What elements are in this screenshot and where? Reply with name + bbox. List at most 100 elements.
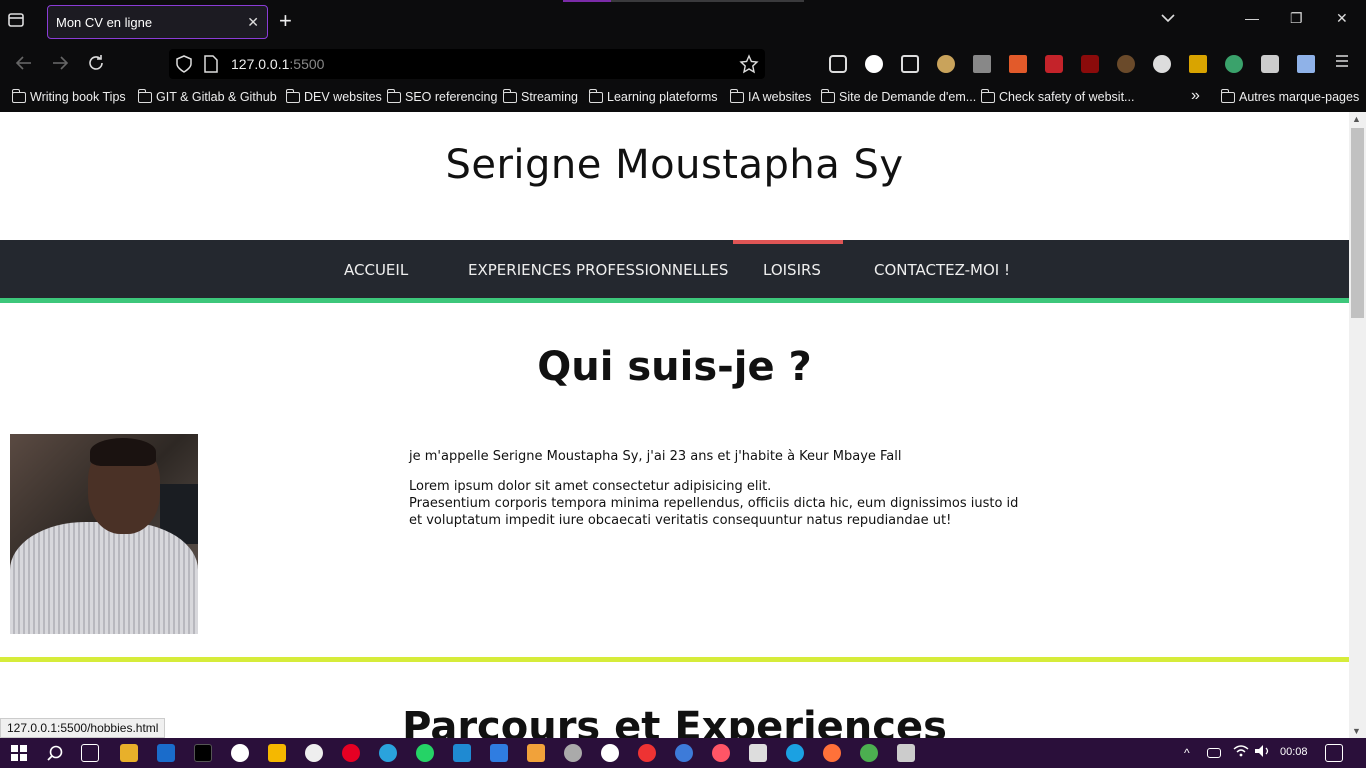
url-text[interactable]: 127.0.0.1:5500 xyxy=(231,56,324,72)
edge-icon[interactable] xyxy=(786,744,804,762)
tab-list-icon[interactable] xyxy=(6,10,34,34)
forward-arrow-icon[interactable] xyxy=(51,54,69,77)
site-title: Serigne Moustapha Sy xyxy=(445,142,904,188)
photo-shirt xyxy=(10,522,198,634)
reload-icon[interactable] xyxy=(87,54,105,77)
app-circle-icon[interactable] xyxy=(564,744,582,762)
tab-list-chevron-icon[interactable] xyxy=(1160,10,1176,29)
bookmark-folder[interactable]: SEO referencing xyxy=(386,88,497,104)
bookmark-star-icon[interactable] xyxy=(739,54,759,79)
extension-doc-icon[interactable] xyxy=(1297,55,1315,73)
task-view-icon[interactable] xyxy=(81,744,99,762)
shield-icon[interactable] xyxy=(175,55,193,78)
folder-icon xyxy=(980,88,995,103)
extension-r-icon[interactable] xyxy=(1189,55,1207,73)
url-port: :5500 xyxy=(289,56,325,72)
git-tool-icon[interactable] xyxy=(527,744,545,762)
camera-app-icon[interactable] xyxy=(231,744,249,762)
bookmark-label: Writing book Tips xyxy=(30,90,126,104)
app-icon[interactable] xyxy=(305,744,323,762)
extensions-icon[interactable] xyxy=(901,55,919,73)
url-bar[interactable]: 127.0.0.1:5500 xyxy=(169,49,765,79)
todo-icon[interactable] xyxy=(490,744,508,762)
tab-accent xyxy=(563,0,611,2)
app-pink-icon[interactable] xyxy=(712,744,730,762)
folder-icon xyxy=(386,88,401,103)
extension-hd-icon[interactable] xyxy=(1045,55,1063,73)
other-bookmarks-folder[interactable]: Autres marque-pages xyxy=(1220,88,1360,104)
notion-icon[interactable] xyxy=(749,744,767,762)
close-window-button[interactable]: ✕ xyxy=(1336,10,1348,27)
minimize-button[interactable]: — xyxy=(1245,10,1259,26)
extension-glasses-icon[interactable] xyxy=(937,55,955,73)
bookmark-folder[interactable]: IA websites xyxy=(729,88,812,104)
app-blue-icon[interactable] xyxy=(675,744,693,762)
battery-icon[interactable] xyxy=(1207,748,1221,758)
windows-start-icon[interactable] xyxy=(10,744,28,762)
pinterest-icon[interactable] xyxy=(342,744,360,762)
page-icon xyxy=(203,55,219,78)
extension-megaphone-icon[interactable] xyxy=(1009,55,1027,73)
wifi-icon[interactable] xyxy=(1233,744,1251,762)
notification-center-icon[interactable] xyxy=(1325,744,1343,762)
firefox-icon[interactable] xyxy=(823,744,841,762)
search-icon[interactable] xyxy=(46,744,64,762)
vscode-icon[interactable] xyxy=(453,744,471,762)
new-tab-button[interactable]: + xyxy=(279,10,292,32)
scrollbar-thumb[interactable] xyxy=(1351,128,1364,318)
bookmark-folder[interactable]: Writing book Tips xyxy=(11,88,126,104)
bookmark-label: Streaming xyxy=(521,90,578,104)
scroll-down-icon[interactable]: ▼ xyxy=(1352,726,1361,736)
mail-icon[interactable] xyxy=(157,744,175,762)
profile-photo xyxy=(10,434,198,634)
bookmarks-overflow-button[interactable]: » xyxy=(1191,87,1200,105)
bookmark-folder[interactable]: DEV websites xyxy=(285,88,382,104)
bookmark-folder[interactable]: Site de Demande d'em... xyxy=(820,88,976,104)
back-arrow-icon[interactable] xyxy=(15,54,33,77)
folder-icon xyxy=(729,88,744,103)
tab-active[interactable]: Mon CV en ligne ✕ xyxy=(47,5,268,39)
restore-button[interactable]: ❐ xyxy=(1290,10,1303,27)
clock-time[interactable]: 00:08 xyxy=(1280,746,1308,758)
bookmark-folder[interactable]: Streaming xyxy=(502,88,578,104)
bookmark-folder[interactable]: GIT & Gitlab & Github xyxy=(137,88,277,104)
page-scrollbar[interactable]: ▲ ▼ xyxy=(1349,112,1366,738)
file-explorer-icon[interactable] xyxy=(120,744,138,762)
nav-item-accueil[interactable]: ACCUEIL xyxy=(344,261,408,279)
tab-close-icon[interactable]: ✕ xyxy=(247,14,259,31)
pocket-icon[interactable] xyxy=(829,55,847,73)
nav-item-experiences[interactable]: EXPERIENCES PROFESSIONNELLES xyxy=(468,261,728,279)
about-text: je m'appelle Serigne Moustapha Sy, j'ai … xyxy=(409,448,1029,542)
extension-dark-reader-icon[interactable] xyxy=(1153,55,1171,73)
extension-grammar-icon[interactable] xyxy=(1225,55,1243,73)
status-link-preview: 127.0.0.1:5500/hobbies.html xyxy=(0,718,166,738)
tab-bar: Mon CV en ligne ✕ + — ❐ ✕ xyxy=(0,0,1366,44)
menu-icon[interactable] xyxy=(1334,53,1350,74)
ublock-icon[interactable] xyxy=(1081,55,1099,73)
m-extension-icon[interactable] xyxy=(865,55,883,73)
extension-translate-icon[interactable] xyxy=(973,55,991,73)
telegram-icon[interactable] xyxy=(379,744,397,762)
x-app-icon[interactable] xyxy=(194,744,212,762)
extension-cloud-icon[interactable] xyxy=(1261,55,1279,73)
bookmark-label: Autres marque-pages xyxy=(1239,90,1360,104)
chrome-icon[interactable] xyxy=(860,744,878,762)
app-red-icon[interactable] xyxy=(638,744,656,762)
lorem-paragraph: Lorem ipsum dolor sit amet consectetur a… xyxy=(409,478,1029,529)
bookmarks-toolbar: Writing book Tips GIT & Gitlab & Github … xyxy=(0,84,1366,112)
bookmark-label: IA websites xyxy=(748,90,812,104)
bookmark-folder[interactable]: Check safety of websit... xyxy=(980,88,1134,104)
extension-cookie-icon[interactable] xyxy=(1117,55,1135,73)
sticky-notes-icon[interactable] xyxy=(268,744,286,762)
nav-item-loisirs[interactable]: LOISIRS xyxy=(763,261,821,279)
nav-item-contact[interactable]: CONTACTEZ-MOI ! xyxy=(874,261,1010,279)
scroll-up-icon[interactable]: ▲ xyxy=(1352,114,1361,124)
tab-accent-secondary xyxy=(611,0,804,2)
whatsapp-icon[interactable] xyxy=(416,744,434,762)
github-icon[interactable] xyxy=(601,744,619,762)
clapper-app-icon[interactable] xyxy=(897,744,915,762)
tray-chevron-icon[interactable]: ^ xyxy=(1184,746,1190,760)
bookmark-folder[interactable]: Learning plateforms xyxy=(588,88,717,104)
volume-icon[interactable] xyxy=(1254,744,1272,762)
experience-heading: Parcours et Experiences xyxy=(402,704,947,738)
